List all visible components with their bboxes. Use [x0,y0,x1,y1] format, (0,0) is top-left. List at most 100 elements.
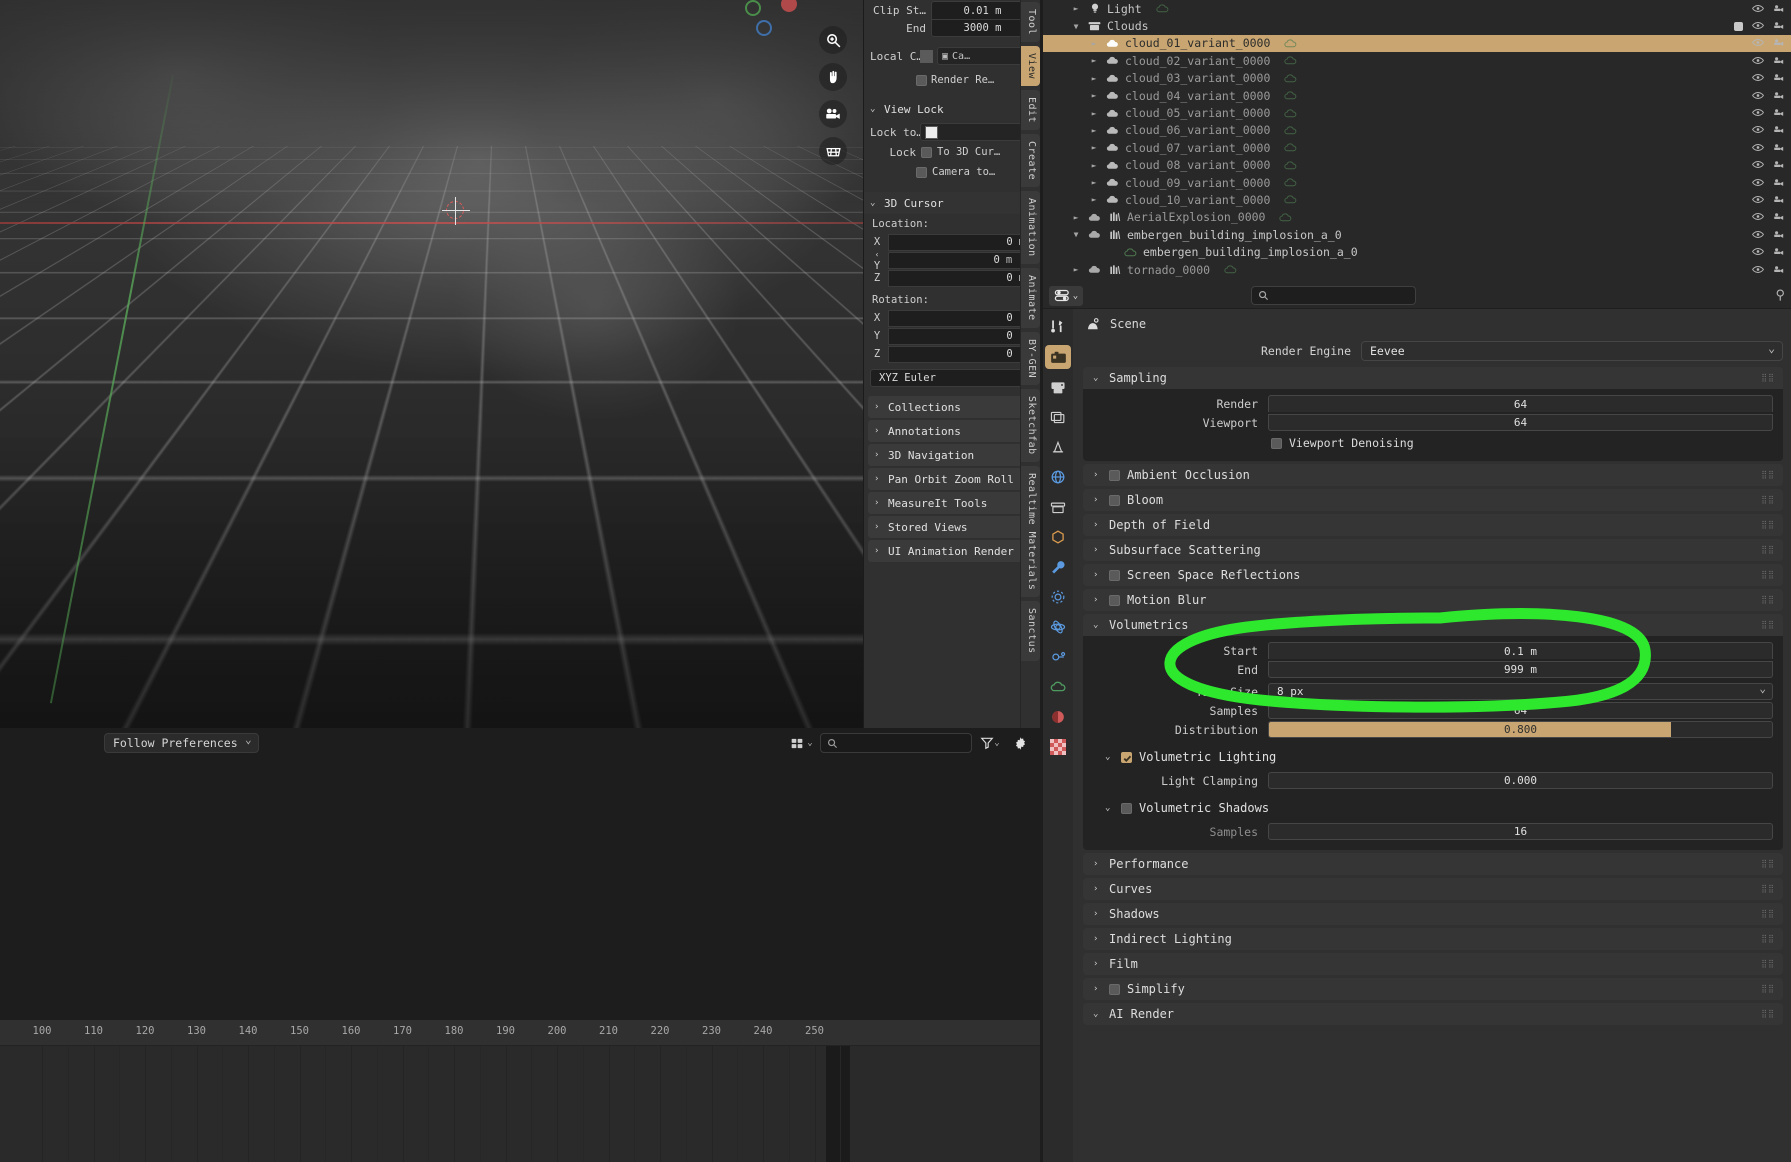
hide-in-viewport-icon[interactable] [1752,141,1764,155]
panel-header-ai-render[interactable]: ⌄ AI Render ⣿⣿ [1083,1003,1783,1025]
panel-header-performance[interactable]: › Performance ⣿⣿ [1083,853,1783,875]
location-x-field[interactable]: 0m [888,234,1034,251]
chevron-right-icon[interactable]: ► [1088,74,1100,83]
outliner-row[interactable]: ► cloud_04_variant_0000 [1043,87,1791,104]
panel-header-curves[interactable]: › Curves ⣿⣿ [1083,878,1783,900]
hide-in-viewport-icon[interactable] [1752,158,1764,172]
disable-in-render-icon[interactable] [1773,263,1785,277]
outliner-row-toggles[interactable] [1752,245,1785,259]
grip-icon[interactable]: ⣿⣿ [1761,375,1775,381]
grip-icon[interactable]: ⣿⣿ [1761,886,1775,892]
n-panel-tab-create[interactable]: Create [1021,134,1040,187]
field-row-start[interactable]: Start 0.1 m [1083,642,1783,659]
properties-search-input[interactable] [1251,286,1416,305]
preferences-select[interactable]: Follow Preferences [104,733,259,753]
scene-tab[interactable] [1045,435,1071,459]
hide-in-viewport-icon[interactable] [1752,19,1764,33]
disable-in-render-icon[interactable] [1773,193,1785,207]
grip-icon[interactable]: ⣿⣿ [1761,597,1775,603]
grip-icon[interactable]: ⣿⣿ [1761,547,1775,553]
field-value[interactable]: 8 px [1268,683,1773,700]
camera-to-view-row[interactable]: Camera to… [864,162,1040,182]
camera-to-view-checkbox[interactable] [916,167,927,178]
hide-in-viewport-icon[interactable] [1752,36,1764,50]
outliner-row[interactable]: embergen_building_implosion_a_0 [1043,243,1791,260]
grip-icon[interactable]: ⣿⣿ [1761,497,1775,503]
lock-to-3d-cursor-checkbox[interactable] [921,147,932,158]
rotation-y-field[interactable]: 0° [888,328,1034,345]
timeline-ruler[interactable]: 100 110 120 130 140 150 160 170 180 190 200 210 220 2… [0,1020,1040,1046]
panel-header-depth-of-field[interactable]: › Depth of Field ⣿⣿ [1083,514,1783,536]
field-row-samples[interactable]: Samples 64 [1083,702,1783,719]
outliner-row-toggles[interactable] [1752,54,1785,68]
gizmo-axis-blue[interactable] [756,20,772,36]
field-value[interactable]: 999 m [1268,661,1773,678]
material-tab[interactable] [1045,705,1071,729]
outliner-row[interactable]: ► cloud_10_variant_0000 [1043,191,1791,208]
panel-header-film[interactable]: › Film ⣿⣿ [1083,953,1783,975]
viewport-search-input[interactable] [820,733,972,753]
chevron-down-icon[interactable]: ▼ [1070,22,1082,31]
outliner-row-toggles[interactable] [1752,210,1785,224]
render-engine-select[interactable]: Eevee [1361,341,1783,361]
rotation-x-row[interactable]: X0° [864,309,1040,327]
hide-in-viewport-icon[interactable] [1752,89,1764,103]
field-value[interactable]: 64 [1268,414,1773,431]
display-mode-icon[interactable]: ⌄ [1049,286,1083,306]
disable-in-render-icon[interactable] [1773,210,1785,224]
grip-icon[interactable]: ⣿⣿ [1761,1011,1775,1017]
texture-tab[interactable] [1045,735,1071,759]
pin-icon[interactable]: ⚲ [1775,288,1785,303]
disable-in-render-icon[interactable] [1773,158,1785,172]
hide-in-viewport-icon[interactable] [1752,54,1764,68]
disable-in-render-icon[interactable] [1773,2,1785,16]
view-lock-section-header[interactable]: ⌄ View Lock [864,98,1040,120]
disable-in-render-icon[interactable] [1773,71,1785,85]
outliner-row-toggles[interactable] [1734,19,1785,33]
panel-enable-checkbox[interactable] [1109,470,1120,481]
panel-header-screen-space-reflections[interactable]: › Screen Space Reflections ⣿⣿ [1083,564,1783,586]
location-y-row[interactable]: ‹ Y 0m› [864,251,1040,269]
panel-header-sampling[interactable]: ⌄ Sampling ⣿⣿ [1083,367,1783,389]
outliner-row-toggles[interactable] [1752,141,1785,155]
n-panel-pan-orbit-zoom-roll[interactable]: ›Pan Orbit Zoom Roll⣿ [868,468,1036,490]
timeline-editor[interactable]: ⌄ 10011012013014015016017018019020021022… [0,1020,1040,1162]
outliner-row[interactable]: ► cloud_02_variant_0000 [1043,52,1791,69]
n-panel-stored-views[interactable]: ›Stored Views⣿ [868,516,1036,538]
clip-start-field[interactable]: 0.01 m [931,1,1034,19]
hide-in-viewport-icon[interactable] [1752,193,1764,207]
hide-in-viewport-icon[interactable] [1752,106,1764,120]
field-row-distribution[interactable]: Distribution 0.800 [1083,721,1783,738]
outliner-row-toggles[interactable] [1752,176,1785,190]
panel-header-subsurface-scattering[interactable]: › Subsurface Scattering ⣿⣿ [1083,539,1783,561]
outliner-row-toggles[interactable] [1752,123,1785,137]
outliner-row-toggles[interactable] [1752,2,1785,16]
panel-enable-checkbox[interactable] [1109,570,1120,581]
world-tab[interactable] [1045,465,1071,489]
outliner-row[interactable]: ► cloud_08_variant_0000 [1043,157,1791,174]
hide-in-viewport-icon[interactable] [1752,123,1764,137]
outliner-row[interactable]: ► cloud_05_variant_0000 [1043,104,1791,121]
subpanel-volumetric-shadows[interactable]: ⌄ Volumetric Shadows [1083,797,1783,819]
volumetric-shadows-checkbox[interactable] [1121,803,1132,814]
outliner-row[interactable]: ► cloud_03_variant_0000 [1043,70,1791,87]
outliner-row[interactable]: ► tornado_0000 [1043,261,1791,278]
field-value[interactable]: 64 [1268,395,1773,412]
properties-editor[interactable]: ⌄ ⚲ Scene Render Engine Eevee ⌄ ⌄ Sampli… [1043,283,1791,1162]
disable-in-render-icon[interactable] [1773,89,1785,103]
outliner-row-toggles[interactable] [1752,228,1785,242]
outliner-row[interactable]: ► cloud_07_variant_0000 [1043,139,1791,156]
hide-in-viewport-icon[interactable] [1752,176,1764,190]
physics-tab[interactable] [1045,615,1071,639]
rotation-y-row[interactable]: Y0° [864,327,1040,345]
n-panel-tab-sketchfab[interactable]: Sketchfab [1021,389,1040,462]
zoom-icon[interactable] [819,26,847,54]
chevron-right-icon[interactable]: ► [1088,39,1100,48]
outliner-row[interactable]: ► cloud_06_variant_0000 [1043,122,1791,139]
chevron-right-icon[interactable]: ► [1088,161,1100,170]
view-layer-tab[interactable] [1045,405,1071,429]
chevron-right-icon[interactable]: ► [1088,91,1100,100]
chevron-right-icon[interactable]: ► [1070,265,1082,274]
n-panel-ui-animation-render[interactable]: ›UI Animation Render⣿ [868,540,1036,562]
field-value[interactable]: 64 [1268,702,1773,719]
